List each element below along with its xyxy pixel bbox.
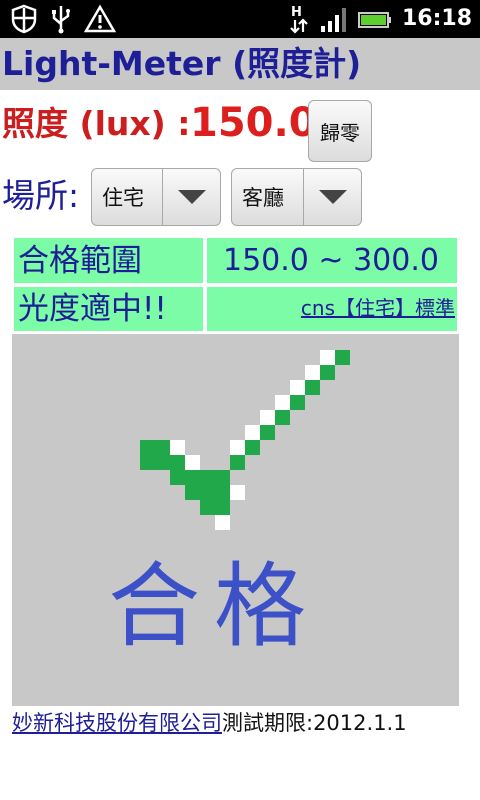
lux-row: 照度 (lux) : 150.0 歸零 (0, 92, 480, 164)
building-type-spinner[interactable]: 住宅 (91, 168, 221, 226)
standard-cell: cns【住宅】標準 (207, 287, 457, 331)
range-value: 150.0 ~ 300.0 (223, 243, 439, 278)
warning-icon (84, 4, 116, 33)
result-panel: 合格 (12, 334, 459, 706)
range-value-cell: 150.0 ~ 300.0 (207, 238, 457, 283)
status-cell: 光度適中!! (14, 287, 203, 331)
location-row: 場所: 住宅 客廳 (0, 166, 480, 232)
zero-button[interactable]: 歸零 (308, 100, 372, 162)
expiry-date: 測試期限:2012.1.1 (222, 711, 407, 735)
range-label: 合格範圍 (18, 243, 142, 279)
status-bar: H 16:18 (0, 0, 480, 38)
pass-text: 合格 (108, 553, 321, 660)
notification-icons (10, 4, 116, 34)
lux-label: 照度 (lux) : (2, 104, 191, 143)
footer: 妙新科技股份有限公司測試期限:2012.1.1 (12, 708, 472, 738)
dropdown-arrow-icon (162, 169, 220, 225)
clock: 16:18 (401, 6, 472, 31)
usb-icon (52, 6, 70, 34)
checkmark-icon (140, 350, 350, 530)
data-transfer-icon: H (290, 5, 308, 34)
system-icons: H 16:18 (288, 4, 472, 34)
building-type-value: 住宅 (102, 186, 144, 210)
dropdown-arrow-icon (303, 169, 361, 225)
room-type-value: 客廳 (242, 186, 284, 210)
company-link[interactable]: 妙新科技股份有限公司 (12, 711, 222, 735)
range-label-cell: 合格範圍 (14, 238, 203, 283)
data-indicator: H (291, 5, 302, 20)
room-type-spinner[interactable]: 客廳 (231, 168, 362, 226)
standard-table: 合格範圍 150.0 ~ 300.0 光度適中!! cns【住宅】標準 (12, 236, 459, 332)
lux-value: 150.0 (190, 100, 317, 146)
title-bar: Light-Meter (照度計) (0, 38, 480, 90)
battery-icon (357, 12, 391, 28)
light-status: 光度適中!! (18, 291, 167, 327)
signal-icon (320, 8, 346, 32)
shield-icon (11, 4, 37, 34)
app-title: Light-Meter (照度計) (2, 44, 362, 83)
location-label: 場所: (2, 176, 80, 215)
standard-link[interactable]: cns【住宅】標準 (301, 295, 455, 321)
